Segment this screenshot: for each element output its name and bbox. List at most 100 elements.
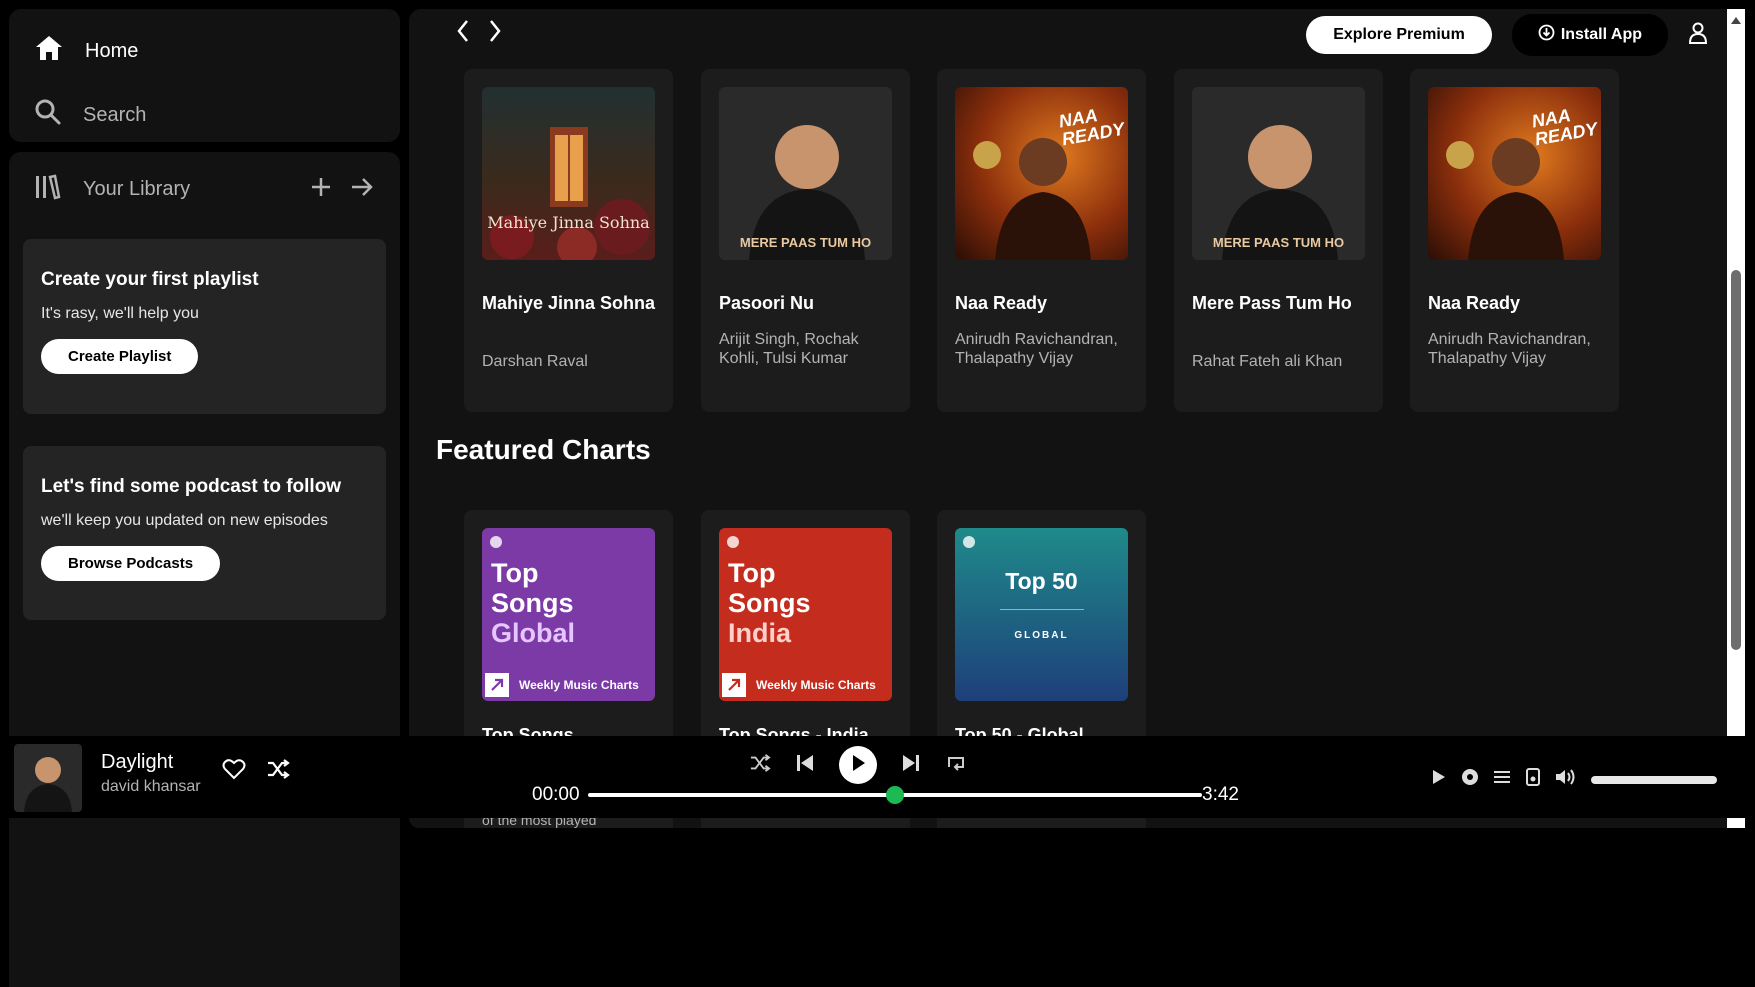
featured-charts-title: Featured Charts bbox=[436, 434, 651, 465]
explore-premium-button[interactable]: Explore Premium bbox=[1306, 16, 1492, 54]
chart-cover: Top 50 GLOBAL bbox=[955, 528, 1128, 701]
album-title: Naa Ready bbox=[955, 293, 1048, 313]
queue-icon[interactable] bbox=[1493, 769, 1511, 790]
nav-search[interactable]: Search bbox=[35, 99, 146, 131]
album-title: Pasoori Nu bbox=[719, 293, 815, 313]
skip-previous-icon[interactable] bbox=[795, 753, 815, 778]
chart-card-bottom: of the most played bbox=[464, 812, 673, 828]
scrollbar-thumb[interactable] bbox=[1731, 270, 1741, 650]
chart-cover-line2: Songs bbox=[491, 588, 574, 618]
progress-handle[interactable] bbox=[886, 786, 904, 804]
shuffle-icon[interactable] bbox=[749, 753, 771, 778]
lyrics-icon[interactable] bbox=[1461, 768, 1479, 791]
podcast-text: we'll keep you updated on new episodes bbox=[41, 512, 328, 529]
download-circle-icon bbox=[1538, 24, 1555, 46]
now-playing-view-icon[interactable] bbox=[1431, 768, 1447, 791]
main-content: Explore Premium Install App Mahiye Jinna… bbox=[409, 9, 1736, 827]
spotify-dot-icon bbox=[727, 536, 739, 548]
search-icon bbox=[35, 99, 61, 131]
nav-home[interactable]: Home bbox=[35, 35, 138, 67]
install-app-button[interactable]: Install App bbox=[1511, 14, 1668, 56]
sidebar-nav: Home Search bbox=[9, 9, 400, 142]
library-header: Your Library bbox=[35, 174, 374, 205]
chart-card-bottom bbox=[701, 818, 910, 828]
install-app-label: Install App bbox=[1560, 26, 1642, 43]
volume-slider[interactable] bbox=[1591, 775, 1717, 784]
topbar-actions: Explore Premium Install App bbox=[1306, 14, 1708, 56]
time-elapsed: 00:00 bbox=[532, 784, 580, 805]
library-icon[interactable] bbox=[35, 174, 61, 205]
album-cover: MERE PAAS TUM HO bbox=[1192, 87, 1365, 260]
album-artist: Anirudh Ravichandran, Thalapathy Vijay bbox=[955, 331, 1118, 367]
home-icon bbox=[35, 35, 63, 67]
album-artist: Arijit Singh, Rochak Kohli, Tulsi Kumar bbox=[719, 331, 859, 367]
scroll-up-arrow-icon[interactable] bbox=[1730, 12, 1742, 30]
volume-icon[interactable] bbox=[1555, 768, 1577, 791]
play-button[interactable] bbox=[839, 746, 877, 784]
nav-search-label: Search bbox=[83, 103, 147, 126]
album-title: Naa Ready bbox=[1428, 293, 1521, 313]
album-cover-text: Mahiye Jinna Sohna bbox=[487, 213, 650, 232]
album-cover: NAA READY bbox=[955, 87, 1128, 260]
album-card[interactable]: Mahiye Jinna Sohna Mahiye Jinna Sohna Da… bbox=[464, 69, 673, 412]
now-playing-artist[interactable]: david khansar bbox=[101, 778, 201, 796]
playback-controls bbox=[749, 746, 967, 784]
browse-podcasts-button[interactable]: Browse Podcasts bbox=[41, 546, 221, 581]
trend-arrow-icon bbox=[485, 673, 509, 697]
spotify-dot-icon bbox=[963, 536, 975, 548]
album-artist: Darshan Raval bbox=[482, 353, 588, 370]
now-playing-cover[interactable] bbox=[14, 744, 82, 812]
chart-cover-divider bbox=[999, 609, 1084, 610]
chart-cover-line3: Global bbox=[491, 618, 576, 648]
plus-icon[interactable] bbox=[310, 176, 332, 203]
podcast-card: Let's find some podcast to follow we'll … bbox=[23, 446, 386, 620]
chart-cover: Top Songs India Weekly Music Charts bbox=[719, 528, 892, 701]
album-card[interactable]: MERE PAAS TUM HO Pasoori Nu Arijit Singh… bbox=[701, 69, 910, 412]
album-card[interactable]: NAA READY Naa Ready Anirudh Ravichandran… bbox=[937, 69, 1146, 412]
podcast-title: Let's find some podcast to follow bbox=[41, 476, 342, 497]
repeat-icon[interactable] bbox=[945, 753, 967, 778]
album-cover: MERE PAAS TUM HO bbox=[719, 87, 892, 260]
shuffle-icon[interactable] bbox=[266, 758, 290, 785]
time-total: 3:42 bbox=[1202, 784, 1239, 805]
skip-next-icon[interactable] bbox=[901, 753, 921, 778]
chart-cover-line1: Top bbox=[491, 558, 539, 588]
library-title[interactable]: Your Library bbox=[83, 178, 310, 201]
user-icon[interactable] bbox=[1688, 22, 1708, 49]
now-playing-title[interactable]: Daylight bbox=[101, 751, 173, 774]
chevron-right-icon[interactable] bbox=[486, 17, 504, 50]
history-nav bbox=[454, 17, 504, 50]
chart-badge-label: Weekly Music Charts bbox=[519, 678, 639, 692]
album-cover: Mahiye Jinna Sohna bbox=[482, 87, 655, 260]
chart-badge-label: Weekly Music Charts bbox=[756, 678, 876, 692]
extra-controls bbox=[1431, 768, 1717, 791]
trend-arrow-icon bbox=[722, 673, 746, 697]
play-icon bbox=[850, 754, 866, 777]
now-playing-bar: Daylight david khansar 00:00 3:42 bbox=[9, 736, 1745, 818]
create-playlist-card: Create your first playlist It's rasy, we… bbox=[23, 239, 386, 414]
chart-cover-main: Top 50 bbox=[1005, 568, 1078, 594]
scrollbar-bottom bbox=[1727, 818, 1745, 828]
chart-cover: Top Songs Global Weekly Music Charts bbox=[482, 528, 655, 701]
connect-device-icon[interactable] bbox=[1525, 768, 1541, 791]
create-playlist-title: Create your first playlist bbox=[41, 269, 259, 290]
nav-home-label: Home bbox=[85, 39, 139, 62]
chart-card-bottom bbox=[937, 818, 1146, 828]
album-artist: Rahat Fateh ali Khan bbox=[1192, 353, 1343, 370]
chevron-left-icon[interactable] bbox=[454, 17, 472, 50]
chart-cover-sub: GLOBAL bbox=[1014, 630, 1069, 641]
chart-cover-line3: India bbox=[728, 618, 792, 648]
heart-icon[interactable] bbox=[222, 758, 246, 785]
progress-bar[interactable] bbox=[588, 786, 1202, 804]
library-panel: Your Library Create your first playlist … bbox=[9, 152, 400, 987]
album-card[interactable]: MERE PAAS TUM HO Mere Pass Tum Ho Rahat … bbox=[1174, 69, 1383, 412]
create-playlist-button[interactable]: Create Playlist bbox=[41, 339, 199, 374]
album-card[interactable]: NAA READY Naa Ready Anirudh Ravichandran… bbox=[1410, 69, 1619, 412]
album-cover-text: MERE PAAS TUM HO bbox=[739, 235, 872, 250]
album-title: Mere Pass Tum Ho bbox=[1192, 293, 1352, 313]
spotify-dot-icon bbox=[490, 536, 502, 548]
chart-badge: Weekly Music Charts bbox=[482, 669, 655, 701]
album-cover: NAA READY bbox=[1428, 87, 1601, 260]
album-artist: Anirudh Ravichandran, Thalapathy Vijay bbox=[1428, 331, 1591, 367]
arrow-right-icon[interactable] bbox=[350, 176, 374, 203]
